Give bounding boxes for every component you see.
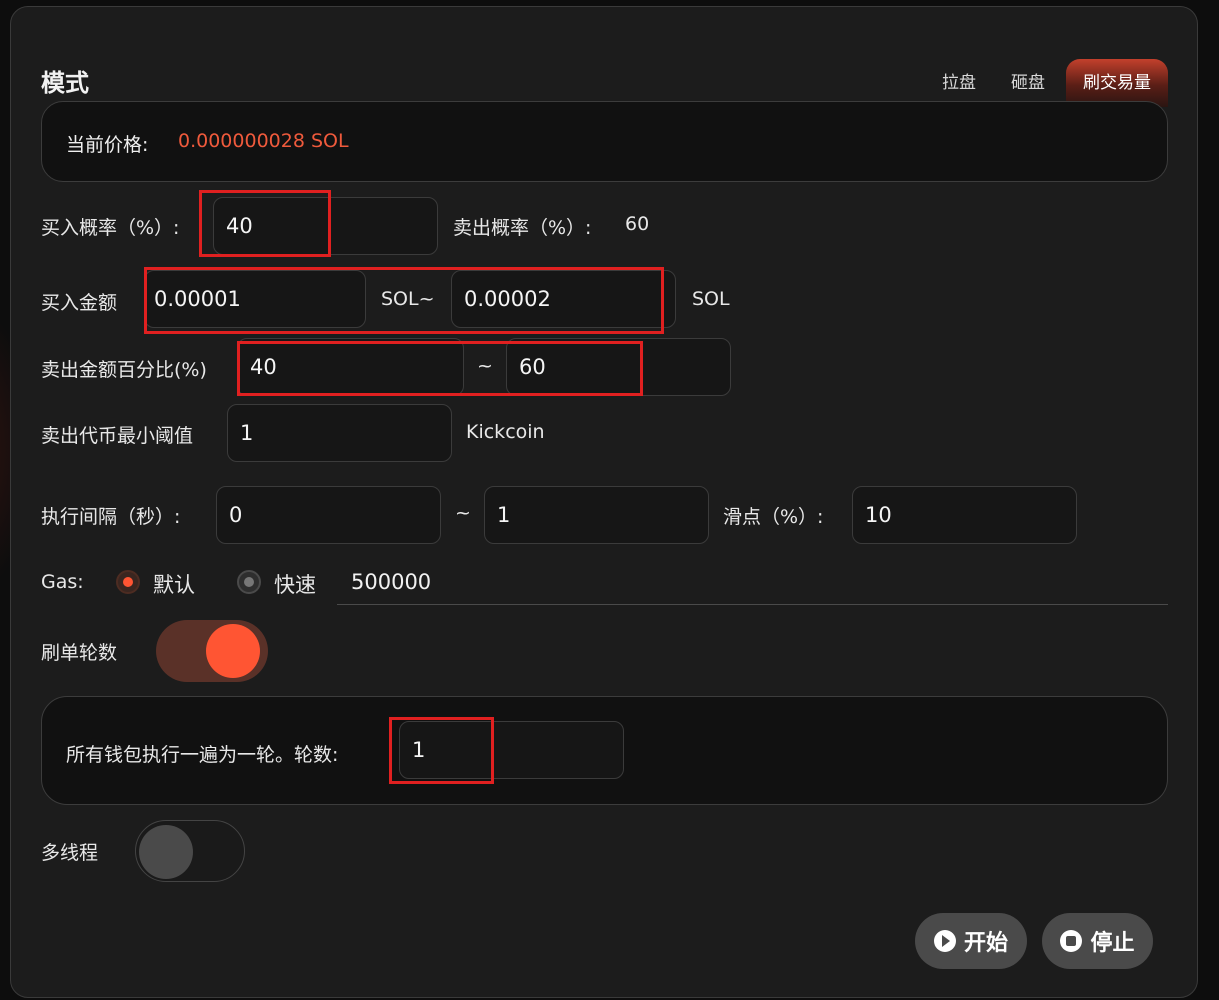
- multithread-toggle-knob: [139, 825, 193, 879]
- stop-icon: [1060, 930, 1083, 952]
- rounds-desc: 所有钱包执行一遍为一轮。轮数:: [66, 744, 339, 766]
- rounds-toggle-knob: [206, 624, 260, 678]
- highlight-buy-amount: [144, 267, 664, 334]
- gas-default-label[interactable]: 默认: [153, 569, 195, 599]
- buy-prob-label: 买入概率（%）:: [41, 217, 180, 239]
- rounds-label: 刷单轮数: [41, 642, 118, 664]
- stop-button-label: 停止: [1090, 931, 1135, 956]
- play-icon: [933, 930, 956, 952]
- tab-pump[interactable]: 拉盘: [928, 59, 990, 107]
- interval-label: 执行间隔（秒）:: [41, 506, 181, 528]
- tab-dump[interactable]: 砸盘: [997, 59, 1059, 107]
- sell-min-unit: Kickcoin: [466, 421, 545, 443]
- multithread-toggle[interactable]: [135, 820, 245, 882]
- start-button[interactable]: 开始: [915, 913, 1027, 969]
- highlight-buy-prob: [199, 190, 331, 257]
- gas-default-radio[interactable]: [116, 570, 140, 594]
- settings-panel: 模式 拉盘 砸盘 刷交易量 当前价格: 0.000000028 SOL 买入概率…: [10, 6, 1198, 998]
- multithread-label: 多线程: [41, 842, 99, 864]
- gas-fast-label[interactable]: 快速: [274, 569, 316, 599]
- interval-max-input[interactable]: 1: [484, 486, 709, 544]
- rounds-box: 所有钱包执行一遍为一轮。轮数: 1: [41, 696, 1168, 805]
- mode-title: 模式: [41, 69, 89, 97]
- price-value: 0.000000028 SOL: [178, 130, 349, 152]
- gas-fast-radio[interactable]: [237, 570, 261, 594]
- sell-prob-label: 卖出概率（%）:: [453, 217, 592, 239]
- buy-amount-label: 买入金额: [41, 292, 118, 314]
- gas-label: Gas:: [41, 571, 84, 593]
- highlight-sell-pct: [237, 341, 643, 396]
- sell-min-input[interactable]: 1: [227, 404, 452, 462]
- stop-button[interactable]: 停止: [1042, 913, 1153, 969]
- tab-volume[interactable]: 刷交易量: [1066, 59, 1168, 107]
- price-label: 当前价格:: [66, 134, 149, 156]
- gas-value-input[interactable]: 500000: [351, 570, 431, 594]
- start-button-label: 开始: [963, 931, 1008, 956]
- slippage-input[interactable]: 10: [852, 486, 1077, 544]
- slippage-label: 滑点（%）:: [723, 506, 824, 528]
- buy-amount-unit: SOL: [692, 288, 730, 310]
- sell-prob-value: 60: [625, 213, 650, 235]
- highlight-rounds: [389, 717, 494, 784]
- interval-separator: ~: [455, 502, 471, 524]
- rounds-toggle[interactable]: [156, 620, 268, 682]
- sell-min-label: 卖出代币最小阈值: [41, 425, 194, 447]
- sell-pct-label: 卖出金额百分比(%): [41, 359, 207, 381]
- interval-min-input[interactable]: 0: [216, 486, 441, 544]
- gas-input-underline: [337, 604, 1168, 605]
- current-price-box: 当前价格: 0.000000028 SOL: [41, 101, 1168, 182]
